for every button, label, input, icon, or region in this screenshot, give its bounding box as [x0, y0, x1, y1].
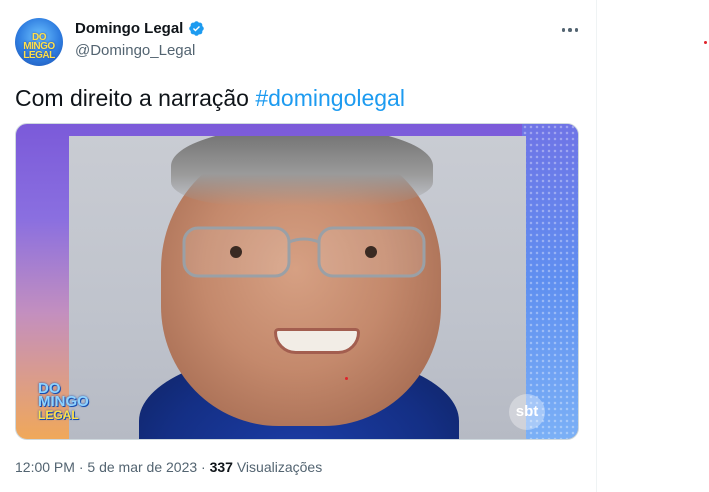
tweet-meta: 12:00 PM · 5 de mar de 2023 · 337 Visual… [15, 459, 323, 475]
tweet-date[interactable]: 5 de mar de 2023 [87, 459, 197, 475]
author-name-row: Domingo Legal [75, 20, 205, 37]
views-count: 337 [209, 459, 233, 475]
tweet-time[interactable]: 12:00 PM [15, 459, 75, 475]
glasses [182, 226, 426, 278]
hair [171, 136, 433, 206]
domingo-legal-logo-icon: DO MINGO LEGAL [38, 380, 89, 422]
views-label: Visualizações [232, 459, 323, 475]
verified-badge-icon [189, 21, 205, 36]
red-dot-marker [345, 377, 348, 380]
tweet-text-body: Com direito a narração [15, 85, 256, 111]
tweet-card[interactable]: DO MINGO LEGAL Domingo Legal @Domingo_Lega… [0, 0, 596, 492]
hashtag-link[interactable]: #domingolegal [255, 85, 405, 111]
column-divider [596, 0, 597, 492]
more-options-button[interactable] [556, 20, 584, 40]
more-horizontal-icon [561, 28, 566, 32]
tweet-text: Com direito a narração #domingolegal [15, 84, 405, 112]
sbt-logo-icon: sbt [509, 394, 545, 430]
red-dot-marker [704, 41, 707, 44]
display-name[interactable]: Domingo Legal [75, 20, 183, 37]
author-handle[interactable]: @Domingo_Legal [75, 42, 195, 59]
tweet-media[interactable]: DO MINGO LEGAL sbt [15, 123, 579, 440]
avatar[interactable]: DO MINGO LEGAL [15, 18, 63, 66]
mouth [274, 328, 360, 354]
avatar-logo-icon: DO MINGO LEGAL [23, 32, 55, 61]
media-photo [69, 136, 526, 439]
